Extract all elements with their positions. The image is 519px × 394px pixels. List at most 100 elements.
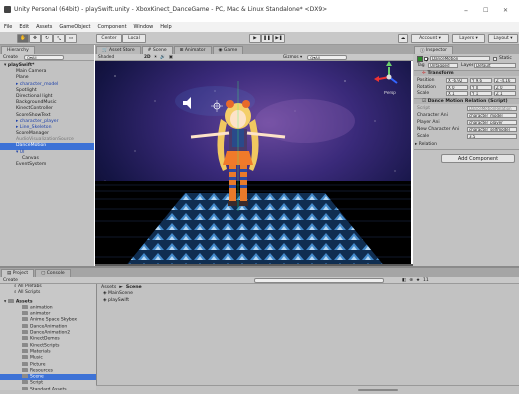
project-create-button[interactable]: Create	[3, 278, 18, 283]
transform-y-field[interactable]: Y 1	[470, 91, 492, 96]
transform-z-field[interactable]: Z -4.16	[494, 78, 516, 83]
play-button[interactable]: ▶	[249, 34, 261, 43]
script-field-value[interactable]: character_selfmodel	[467, 127, 517, 132]
object-name-field[interactable]: DanceMotion	[430, 56, 490, 61]
breadcrumb-separator: ►	[119, 285, 123, 290]
tab-animator[interactable]: ⊞ Animator	[173, 46, 212, 54]
rotate-tool-button[interactable]: ↻	[41, 34, 53, 43]
hierarchy-tabbar: Hierarchy	[0, 45, 94, 54]
filter-by-type-icon[interactable]: ◧	[402, 278, 406, 283]
project-file-list: ◈ MainScene ◈ playSwift	[97, 291, 519, 304]
script-field-value[interactable]: character_model	[467, 113, 517, 118]
cloud-icon[interactable]: ☁	[398, 34, 408, 43]
relation-foldout[interactable]: ▸ Relation	[415, 142, 437, 147]
audio-toggle-icon[interactable]: 🔊	[160, 55, 165, 60]
project-search-input[interactable]	[253, 277, 384, 283]
script-field-label: Player Ani	[417, 120, 440, 125]
filter-by-label-icon[interactable]: ⊛	[409, 278, 413, 283]
active-checkbox[interactable]	[424, 57, 429, 62]
transform-x-field[interactable]: X -6.92	[446, 78, 468, 83]
hierarchy-panel: Hierarchy Create Q▾All ▾ playSwift* Main …	[0, 45, 94, 266]
tag-dropdown[interactable]: Untagged	[428, 63, 458, 68]
layer-dropdown[interactable]: Default	[474, 63, 516, 68]
main-toolbar: ✋ ✥ ↻ ⤡ ▭ Center Local ▶ ❚❚ ▶❚ ☁ Account…	[0, 32, 519, 45]
scene-search-input[interactable]: Q▾All	[307, 54, 348, 60]
menu-edit[interactable]: Edit	[19, 24, 29, 30]
minimize-button[interactable]: –	[464, 6, 468, 15]
scale-tool-button[interactable]: ⤡	[53, 34, 65, 43]
persp-label: Persp	[384, 90, 396, 95]
folder-icon	[22, 323, 28, 328]
maximize-button[interactable]: ☐	[483, 7, 488, 14]
folder-icon	[22, 355, 28, 360]
space-toggle-button[interactable]: Local	[122, 34, 146, 43]
folder-icon	[22, 367, 28, 372]
transform-y-field[interactable]: Y 9.6	[470, 78, 492, 83]
add-component-button[interactable]: Add Component	[441, 154, 515, 163]
dance-motion-script-header[interactable]: ☑ Dance Motion Relation (Script)	[414, 98, 519, 104]
window-title: Unity Personal (64bit) - playSwift.unity…	[14, 6, 328, 13]
close-button[interactable]: ✕	[503, 7, 508, 14]
pause-button[interactable]: ❚❚	[261, 34, 273, 43]
menu-help[interactable]: Help	[160, 24, 171, 30]
breadcrumb-assets[interactable]: Assets	[101, 285, 116, 290]
folder-icon	[22, 386, 28, 390]
tab-hierarchy[interactable]: Hierarchy	[1, 46, 35, 54]
static-checkbox[interactable]	[493, 57, 497, 61]
shading-mode-dropdown[interactable]: Shaded	[98, 55, 138, 60]
script-field-value[interactable]: character_player	[467, 120, 517, 125]
folder-icon	[22, 348, 28, 353]
rect-tool-button[interactable]: ▭	[65, 34, 77, 43]
folder-icon	[22, 304, 28, 309]
folder-icon	[22, 336, 28, 341]
project-file-item[interactable]: ◈ playSwift	[103, 298, 519, 305]
menu-bar: File Edit Assets GameObject Component Wi…	[0, 22, 519, 32]
icon-size-slider[interactable]	[358, 389, 398, 391]
menu-file[interactable]: File	[4, 24, 12, 30]
layout-dropdown[interactable]: Layout ▾	[488, 34, 518, 43]
transform-x-field[interactable]: X 0	[446, 84, 468, 90]
folder-icon	[22, 361, 28, 366]
check-icon	[425, 58, 429, 62]
breadcrumb-scene[interactable]: Scene	[126, 285, 142, 290]
tab-console[interactable]: ▢ Console	[35, 269, 71, 277]
tab-game[interactable]: ◉ Game	[212, 46, 244, 54]
tab-project[interactable]: ▤ Project	[1, 269, 35, 277]
favorite-all-scripts[interactable]: ⌕ All Scripts	[0, 290, 96, 296]
hierarchy-item[interactable]: EventSystem	[0, 162, 94, 168]
project-folder-item[interactable]: Standard Assets	[0, 386, 96, 390]
effects-toggle-icon[interactable]: ▣	[169, 55, 173, 60]
script-field-value[interactable]: 3.5	[467, 134, 517, 139]
tag-label: Tag	[417, 63, 425, 68]
transform-header[interactable]: ✛ Transform	[414, 70, 519, 76]
center-tabbar: 🛒 Asset Store # Scene ⊞ Animator ◉ Game	[95, 45, 413, 54]
hierarchy-create-button[interactable]: Create	[3, 55, 18, 60]
tab-scene[interactable]: # Scene	[141, 46, 173, 54]
scene-viewport[interactable]: Persp	[95, 61, 411, 267]
step-button[interactable]: ▶❚	[273, 34, 285, 43]
transform-x-field[interactable]: X 1	[446, 91, 468, 96]
favorite-star-icon[interactable]: ★	[416, 278, 420, 283]
transform-y-field[interactable]: Y 0	[470, 84, 492, 90]
layers-dropdown[interactable]: Layers ▾	[452, 34, 485, 43]
menu-window[interactable]: Window	[134, 24, 154, 30]
transform-z-field[interactable]: Z 0	[494, 84, 516, 90]
folder-icon	[7, 298, 14, 303]
menu-assets[interactable]: Assets	[36, 24, 52, 30]
menu-component[interactable]: Component	[98, 24, 127, 30]
script-field-label: Scale	[417, 134, 430, 139]
gizmos-dropdown[interactable]: Gizmos ▾	[283, 55, 302, 60]
account-dropdown[interactable]: Account ▾	[411, 34, 449, 43]
pivot-toggle-button[interactable]: Center	[96, 34, 122, 43]
lighting-toggle-icon[interactable]: ☀	[154, 55, 158, 60]
inspector-tabbar: ⓘ Inspector	[413, 45, 519, 54]
tab-asset-store[interactable]: 🛒 Asset Store	[96, 46, 141, 54]
transform-z-field[interactable]: Z 1	[494, 91, 516, 96]
tab-inspector[interactable]: ⓘ Inspector	[414, 46, 453, 54]
2d-toggle-button[interactable]: 2D	[144, 55, 151, 60]
menu-gameobject[interactable]: GameObject	[59, 24, 90, 30]
script-field-label: New Character Ani	[417, 127, 460, 132]
hierarchy-search-input[interactable]: Q▾All	[23, 54, 64, 60]
hand-tool-button[interactable]: ✋	[17, 34, 29, 43]
move-tool-button[interactable]: ✥	[29, 34, 41, 43]
